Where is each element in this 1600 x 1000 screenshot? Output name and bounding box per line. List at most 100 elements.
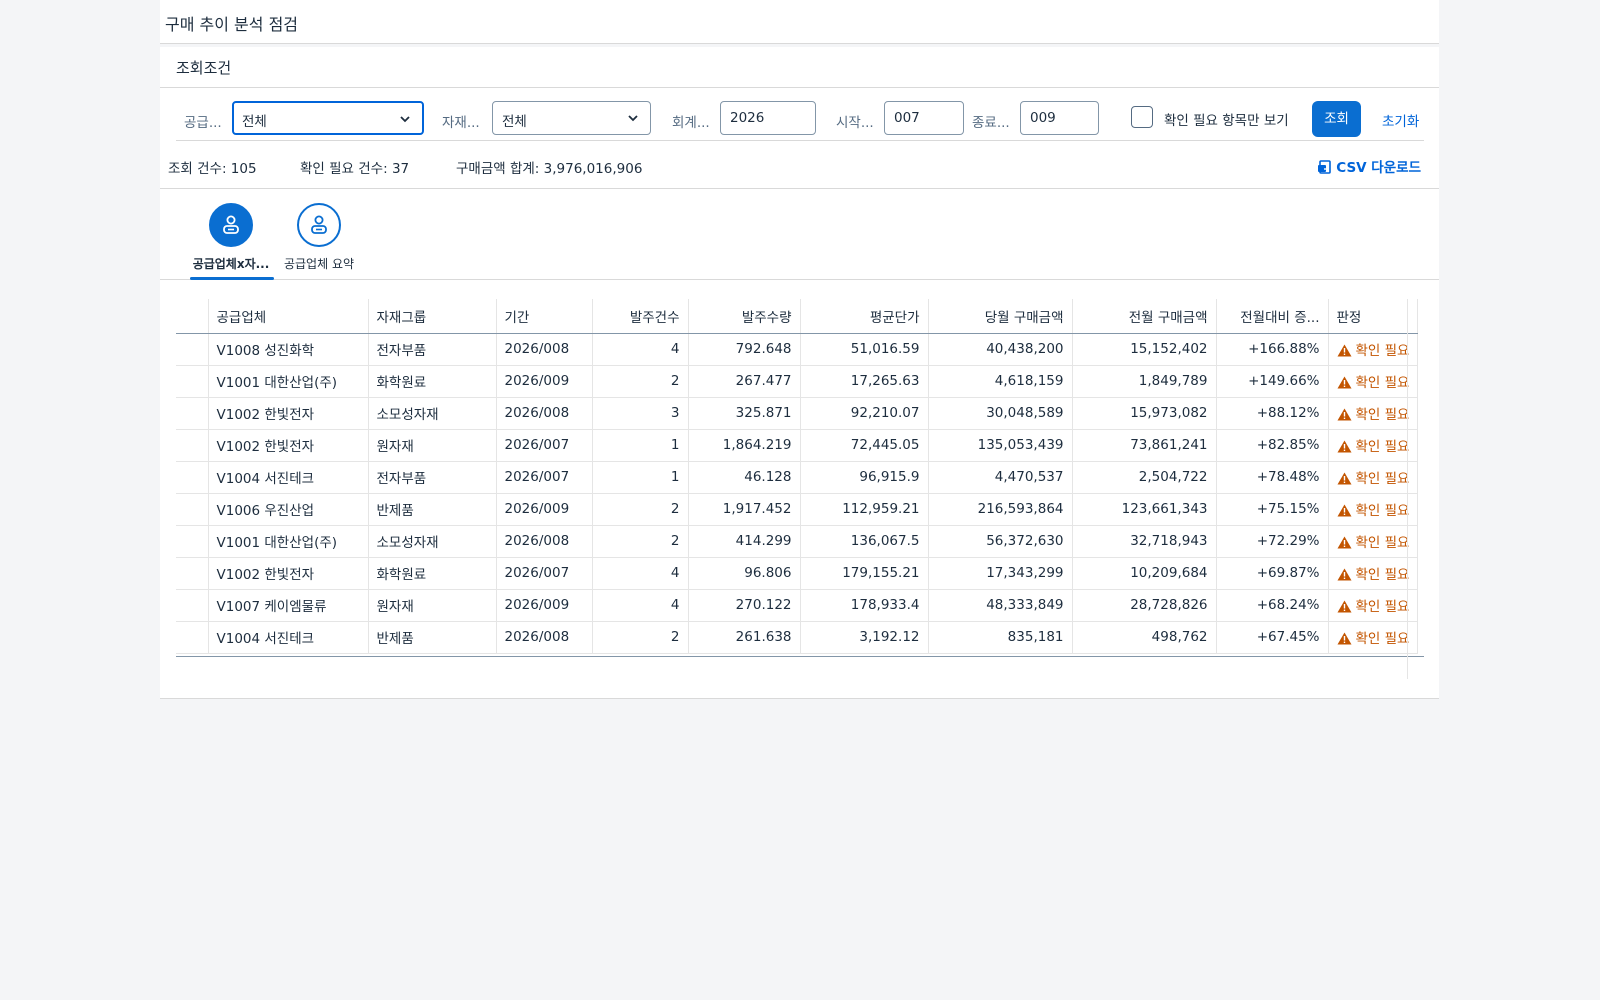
status-label: 확인 필요 [1355,503,1410,519]
check-only-checkbox[interactable] [1131,106,1153,128]
end-period-label: 종료... [972,115,1010,131]
tab-supplier-summary[interactable]: 공급업체 요약 [276,203,362,279]
table-cell: V1004 서진테크 [208,461,369,494]
status-cell: 확인 필요 [1328,493,1419,526]
column-header[interactable]: 평균단가 [800,299,929,334]
row-selector[interactable] [176,365,209,398]
table-cell: 전자부품 [368,461,497,494]
table-row[interactable]: V1008 성진화학 전자부품 2026/008 4 792.648 51,016.59 4… [176,333,1419,366]
table-row[interactable]: V1001 대한산업(주) 화학원료 2026/009 2 267.477 17,265.… [176,365,1419,398]
table-cell: 112,959.21 [800,493,929,526]
table-cell: 2026/009 [496,493,593,526]
table-cell: 270.122 [688,589,801,622]
supplier-label: 공급... [184,115,222,131]
table-cell: V1001 대한산업(주) [208,525,369,558]
table-cell: 반제품 [368,621,497,654]
summary-bar: 조회 건수: 105 확인 필요 건수: 37 구매금액 합계: 3,976,0… [160,141,1439,189]
row-selector[interactable] [176,429,209,462]
table-cell: 1,849,789 [1072,365,1217,398]
material-select[interactable]: 전체 [492,101,651,135]
table-cell: +78.48% [1216,461,1329,494]
end-period-input[interactable]: 009 [1020,101,1099,135]
column-header[interactable]: 발주건수 [592,299,689,334]
table-cell: 1,917.452 [688,493,801,526]
table-cell: 123,661,343 [1072,493,1217,526]
export-icon [1318,160,1332,174]
table-cell: 1,864.219 [688,429,801,462]
table-row[interactable]: V1002 한빛전자 원자재 2026/007 1 1,864.219 72,445.05… [176,429,1419,462]
row-selector[interactable] [176,525,209,558]
table-row[interactable]: V1001 대한산업(주) 소모성자재 2026/008 2 414.299 136,06… [176,525,1419,558]
table-cell: V1004 서진테크 [208,621,369,654]
column-header[interactable]: 자재그룹 [368,299,497,334]
reset-button[interactable]: 초기화 [1382,110,1419,130]
table-row[interactable]: V1006 우진산업 반제품 2026/009 2 1,917.452 112,959.2… [176,493,1419,526]
table-cell: 28,728,826 [1072,589,1217,622]
warning-icon [1337,536,1351,549]
filter-header: 조회조건 [160,47,1439,88]
start-period-value: 007 [894,110,920,126]
table-cell: 179,155.21 [800,557,929,590]
tab-icon-circle [209,203,253,247]
table-cell: 92,210.07 [800,397,929,430]
column-header[interactable]: 판정 [1328,299,1419,334]
warning-icon [1337,600,1351,613]
table-row[interactable]: V1002 한빛전자 화학원료 2026/007 4 96.806 179,155.21 1… [176,557,1419,590]
row-selector[interactable] [176,493,209,526]
table-cell: 216,593,864 [928,493,1073,526]
row-selector[interactable] [176,333,209,366]
table-cell: +149.66% [1216,365,1329,398]
page-title: 구매 추이 분석 점검 [165,15,299,34]
table-cell: 32,718,943 [1072,525,1217,558]
column-header[interactable]: 전월대비 증... [1216,299,1329,334]
table-cell: 72,445.05 [800,429,929,462]
table-cell: 2026/009 [496,589,593,622]
column-header[interactable]: 공급업체 [208,299,369,334]
status-label: 확인 필요 [1355,535,1410,551]
column-header[interactable]: 기간 [496,299,593,334]
material-select-value: 전체 [502,114,527,130]
csv-download-button[interactable]: CSV 다운로드 [1317,156,1421,176]
table-cell: 1 [592,429,689,462]
tab-supplier-material[interactable]: 공급업체x자... [188,203,274,280]
supplier-select-value: 전체 [242,114,267,130]
fiscal-year-label: 회계... [672,115,710,131]
row-selector[interactable] [176,461,209,494]
person-icon [223,215,239,234]
status-label: 확인 필요 [1355,343,1410,359]
table-cell: 498,762 [1072,621,1217,654]
page: 구매 추이 분석 점검 조회조건 공급... 전체 자재... 전체 회계...… [160,0,1439,1000]
table-cell: V1006 우진산업 [208,493,369,526]
supplier-select[interactable]: 전체 [232,101,424,135]
row-selector[interactable] [176,589,209,622]
status-label: 확인 필요 [1355,439,1410,455]
start-period-input[interactable]: 007 [884,101,964,135]
table-cell: 소모성자재 [368,397,497,430]
row-selector[interactable] [176,397,209,430]
chevron-down-icon [628,115,638,122]
table-cell: 2026/007 [496,557,593,590]
table-row[interactable]: V1002 한빛전자 소모성자재 2026/008 3 325.871 92,210.07… [176,397,1419,430]
table-row[interactable]: V1004 서진테크 반제품 2026/008 2 261.638 3,192.12 835… [176,621,1419,654]
status-cell: 확인 필요 [1328,397,1419,430]
search-button[interactable]: 조회 [1312,101,1361,137]
table-row[interactable]: V1004 서진테크 전자부품 2026/007 1 46.128 96,915.9 4,4… [176,461,1419,494]
table-cell: 3,192.12 [800,621,929,654]
row-selector[interactable] [176,621,209,654]
warning-icon [1337,408,1351,421]
fiscal-year-input[interactable]: 2026 [720,101,816,135]
row-selector[interactable] [176,557,209,590]
table-cell: 4 [592,557,689,590]
column-header[interactable]: 당월 구매금액 [928,299,1073,334]
table-cell: 2026/008 [496,621,593,654]
table-row[interactable]: V1007 케이엠물류 원자재 2026/009 4 270.122 178,933.4 4… [176,589,1419,622]
table-cell: +67.45% [1216,621,1329,654]
table-cell: 2026/009 [496,365,593,398]
column-header[interactable]: 전월 구매금액 [1072,299,1217,334]
table-cell: V1008 성진화학 [208,333,369,366]
table-cell: 73,861,241 [1072,429,1217,462]
row-selector-header [176,299,209,334]
table-cell: 2026/008 [496,333,593,366]
column-header[interactable]: 발주수량 [688,299,801,334]
status-label: 확인 필요 [1355,631,1410,647]
